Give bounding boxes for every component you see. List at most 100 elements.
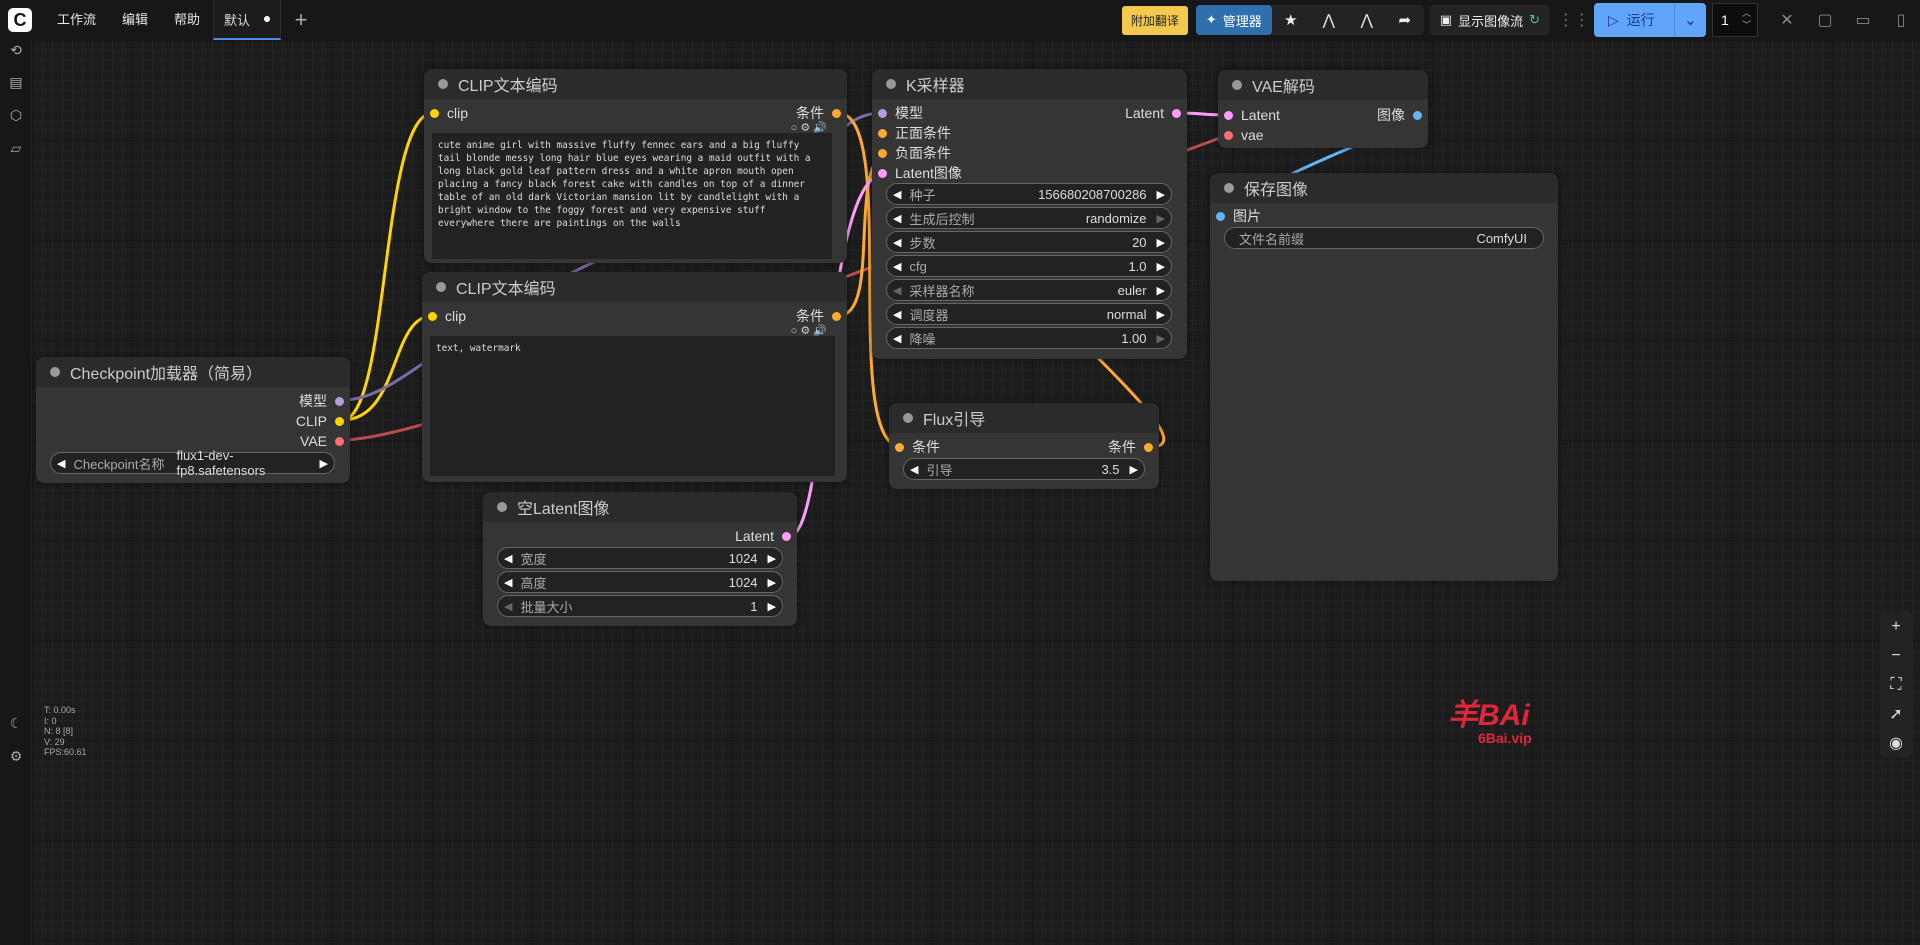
width-widget[interactable]: ◀ 宽度 1024 ▶ (497, 547, 783, 569)
theme-moon-icon[interactable]: ☾ (8, 715, 24, 731)
node-title[interactable]: K采样器 (872, 69, 1187, 99)
star-icon[interactable]: ★ (1272, 5, 1310, 35)
history-icon[interactable]: ⟲ (8, 42, 24, 58)
model-pin-icon[interactable] (878, 108, 887, 118)
increment-arrow-icon[interactable]: ▶ (768, 576, 776, 589)
latent-pin-icon[interactable] (878, 168, 887, 178)
vae-pin-icon[interactable] (1224, 130, 1233, 140)
node-title[interactable]: 保存图像 (1210, 173, 1558, 203)
decrement-arrow-icon[interactable]: ◀ (893, 284, 901, 297)
drag-handle-icon[interactable]: ⋮⋮ (1558, 10, 1590, 30)
workflow-alt-icon[interactable]: ⋀ (1348, 5, 1386, 35)
increment-arrow-icon[interactable]: ▶ (1157, 260, 1165, 273)
scheduler-widget[interactable]: ◀ 调度器 normal ▶ (886, 303, 1172, 325)
settings-gear-icon[interactable]: ⚙ (8, 748, 24, 764)
menu-help[interactable]: 帮助 (161, 0, 213, 40)
model-output-slot[interactable]: 模型 (299, 391, 344, 411)
decrement-arrow-icon[interactable]: ◀ (893, 260, 901, 273)
batch-size-widget[interactable]: ◀ 批量大小 1 ▶ (497, 595, 783, 617)
clip-pin-icon[interactable] (428, 311, 437, 321)
vae-input-slot[interactable]: vae (1224, 125, 1264, 145)
conditioning-output-slot[interactable]: 条件 (796, 306, 841, 326)
prompt-textarea[interactable]: cute anime girl with massive fluffy fenn… (432, 133, 832, 259)
images-pin-icon[interactable] (1216, 211, 1225, 221)
increment-arrow-icon[interactable]: ▶ (1157, 332, 1165, 345)
node-title[interactable]: Checkpoint加载器（简易） (36, 357, 350, 387)
node-library-icon[interactable]: ⬡ (8, 107, 24, 123)
zoom-out-icon[interactable]: − (1880, 641, 1912, 670)
decrement-arrow-icon[interactable]: ◀ (893, 308, 901, 321)
filename-prefix-widget[interactable]: 文件名前缀 ComfyUI (1224, 227, 1544, 249)
increment-arrow-icon[interactable]: ▶ (320, 457, 328, 470)
negative-input-slot[interactable]: 负面条件 (878, 143, 951, 163)
image-pin-icon[interactable] (1413, 110, 1422, 120)
decrement-arrow-icon[interactable]: ◀ (57, 457, 65, 470)
panel-toggle-icon[interactable]: ▭ (1844, 0, 1882, 40)
menu-workflow[interactable]: 工作流 (44, 0, 109, 40)
conditioning-pin-icon[interactable] (832, 108, 841, 118)
node-title[interactable]: 空Latent图像 (483, 492, 797, 522)
stepper-icon[interactable]: ︿ ﹀ (1742, 7, 1751, 31)
clip-text-encode-node-negative[interactable]: CLIP文本编码 clip 条件 ○ ⚙ 🔊 text, watermark (422, 272, 847, 482)
empty-latent-image-node[interactable]: 空Latent图像 Latent ◀ 宽度 1024 ▶ ◀ 高度 1024 ▶ ◀ 批量大小… (483, 492, 797, 626)
ksampler-node[interactable]: K采样器 模型 正面条件 负面条件 Latent图像 Latent ◀ 种子 156… (872, 69, 1187, 359)
decrement-arrow-icon[interactable]: ◀ (893, 236, 901, 249)
latent-pin-icon[interactable] (782, 531, 791, 541)
positive-input-slot[interactable]: 正面条件 (878, 123, 951, 143)
clip-input-slot[interactable]: clip (428, 306, 466, 326)
images-input-slot[interactable]: 图片 (1216, 206, 1261, 226)
node-title[interactable]: CLIP文本编码 (424, 69, 847, 99)
node-title[interactable]: CLIP文本编码 (422, 272, 847, 302)
sidebar-toggle-icon[interactable]: ▯ (1882, 0, 1920, 40)
select-mode-icon[interactable]: ➚ (1880, 699, 1912, 728)
queue-icon[interactable]: ▤ (8, 74, 24, 90)
translate-button[interactable]: 附加翻译 (1121, 5, 1188, 35)
node-title[interactable]: Flux引导 (889, 403, 1159, 433)
clip-pin-icon[interactable] (335, 416, 344, 426)
clip-pin-icon[interactable] (430, 108, 439, 118)
menu-edit[interactable]: 编辑 (109, 0, 161, 40)
close-icon[interactable]: ✕ (1768, 0, 1806, 40)
checkpoint-name-widget[interactable]: ◀ Checkpoint名称 flux1-dev-fp8.safetensors ▶ (50, 448, 335, 478)
latent-output-slot[interactable]: Latent (735, 526, 791, 546)
comfy-logo-icon[interactable]: C (8, 8, 32, 32)
steps-widget[interactable]: ◀ 步数 20 ▶ (886, 231, 1172, 253)
fit-view-icon[interactable]: ⛶ (1880, 670, 1912, 699)
decrement-arrow-icon[interactable]: ◀ (893, 212, 901, 225)
run-dropdown-chevron-icon[interactable]: ⌄ (1674, 3, 1706, 37)
batch-count-input[interactable]: 1 ︿ ﹀ (1712, 3, 1758, 37)
node-title[interactable]: VAE解码 (1218, 70, 1428, 100)
workflow-icon[interactable]: ⋀ (1310, 5, 1348, 35)
show-image-flow-button[interactable]: ▣ 显示图像流 ↻ (1429, 5, 1550, 35)
conditioning-output-slot[interactable]: 条件 (1108, 437, 1153, 457)
increment-arrow-icon[interactable]: ▶ (1130, 463, 1138, 476)
new-tab-plus-icon[interactable]: + (281, 0, 321, 40)
denoise-widget[interactable]: ◀ 降噪 1.00 ▶ (886, 327, 1172, 349)
conditioning-pin-icon[interactable] (895, 442, 904, 452)
conditioning-input-slot[interactable]: 条件 (895, 437, 940, 457)
decrement-arrow-icon[interactable]: ◀ (504, 600, 512, 613)
zoom-in-icon[interactable]: + (1880, 612, 1912, 641)
model-pin-icon[interactable] (335, 396, 344, 406)
negative-pin-icon[interactable] (878, 148, 887, 158)
image-output-slot[interactable]: 图像 (1377, 105, 1422, 125)
increment-arrow-icon[interactable]: ▶ (1157, 236, 1165, 249)
cfg-widget[interactable]: ◀ cfg 1.0 ▶ (886, 255, 1172, 277)
conditioning-output-slot[interactable]: 条件 (796, 103, 841, 123)
latent-input-slot[interactable]: Latent (1224, 105, 1280, 125)
workflow-tab-default[interactable]: 默认 (213, 0, 282, 40)
latent-input-slot[interactable]: Latent图像 (878, 163, 962, 183)
height-widget[interactable]: ◀ 高度 1024 ▶ (497, 571, 783, 593)
toggle-links-eye-icon[interactable]: ◉ (1880, 728, 1912, 757)
decrement-arrow-icon[interactable]: ◀ (910, 463, 918, 476)
vae-pin-icon[interactable] (335, 436, 344, 446)
clip-text-encode-node-positive[interactable]: CLIP文本编码 clip 条件 ○ ⚙ 🔊 cute anime girl w… (424, 69, 847, 263)
model-input-slot[interactable]: 模型 (878, 103, 923, 123)
increment-arrow-icon[interactable]: ▶ (1157, 284, 1165, 297)
conditioning-out-pin-icon[interactable] (1144, 442, 1153, 452)
decrement-arrow-icon[interactable]: ◀ (893, 188, 901, 201)
maximize-icon[interactable]: ▢ (1806, 0, 1844, 40)
guidance-widget[interactable]: ◀ 引导 3.5 ▶ (903, 458, 1145, 480)
decrement-arrow-icon[interactable]: ◀ (893, 332, 901, 345)
increment-arrow-icon[interactable]: ▶ (1157, 188, 1165, 201)
